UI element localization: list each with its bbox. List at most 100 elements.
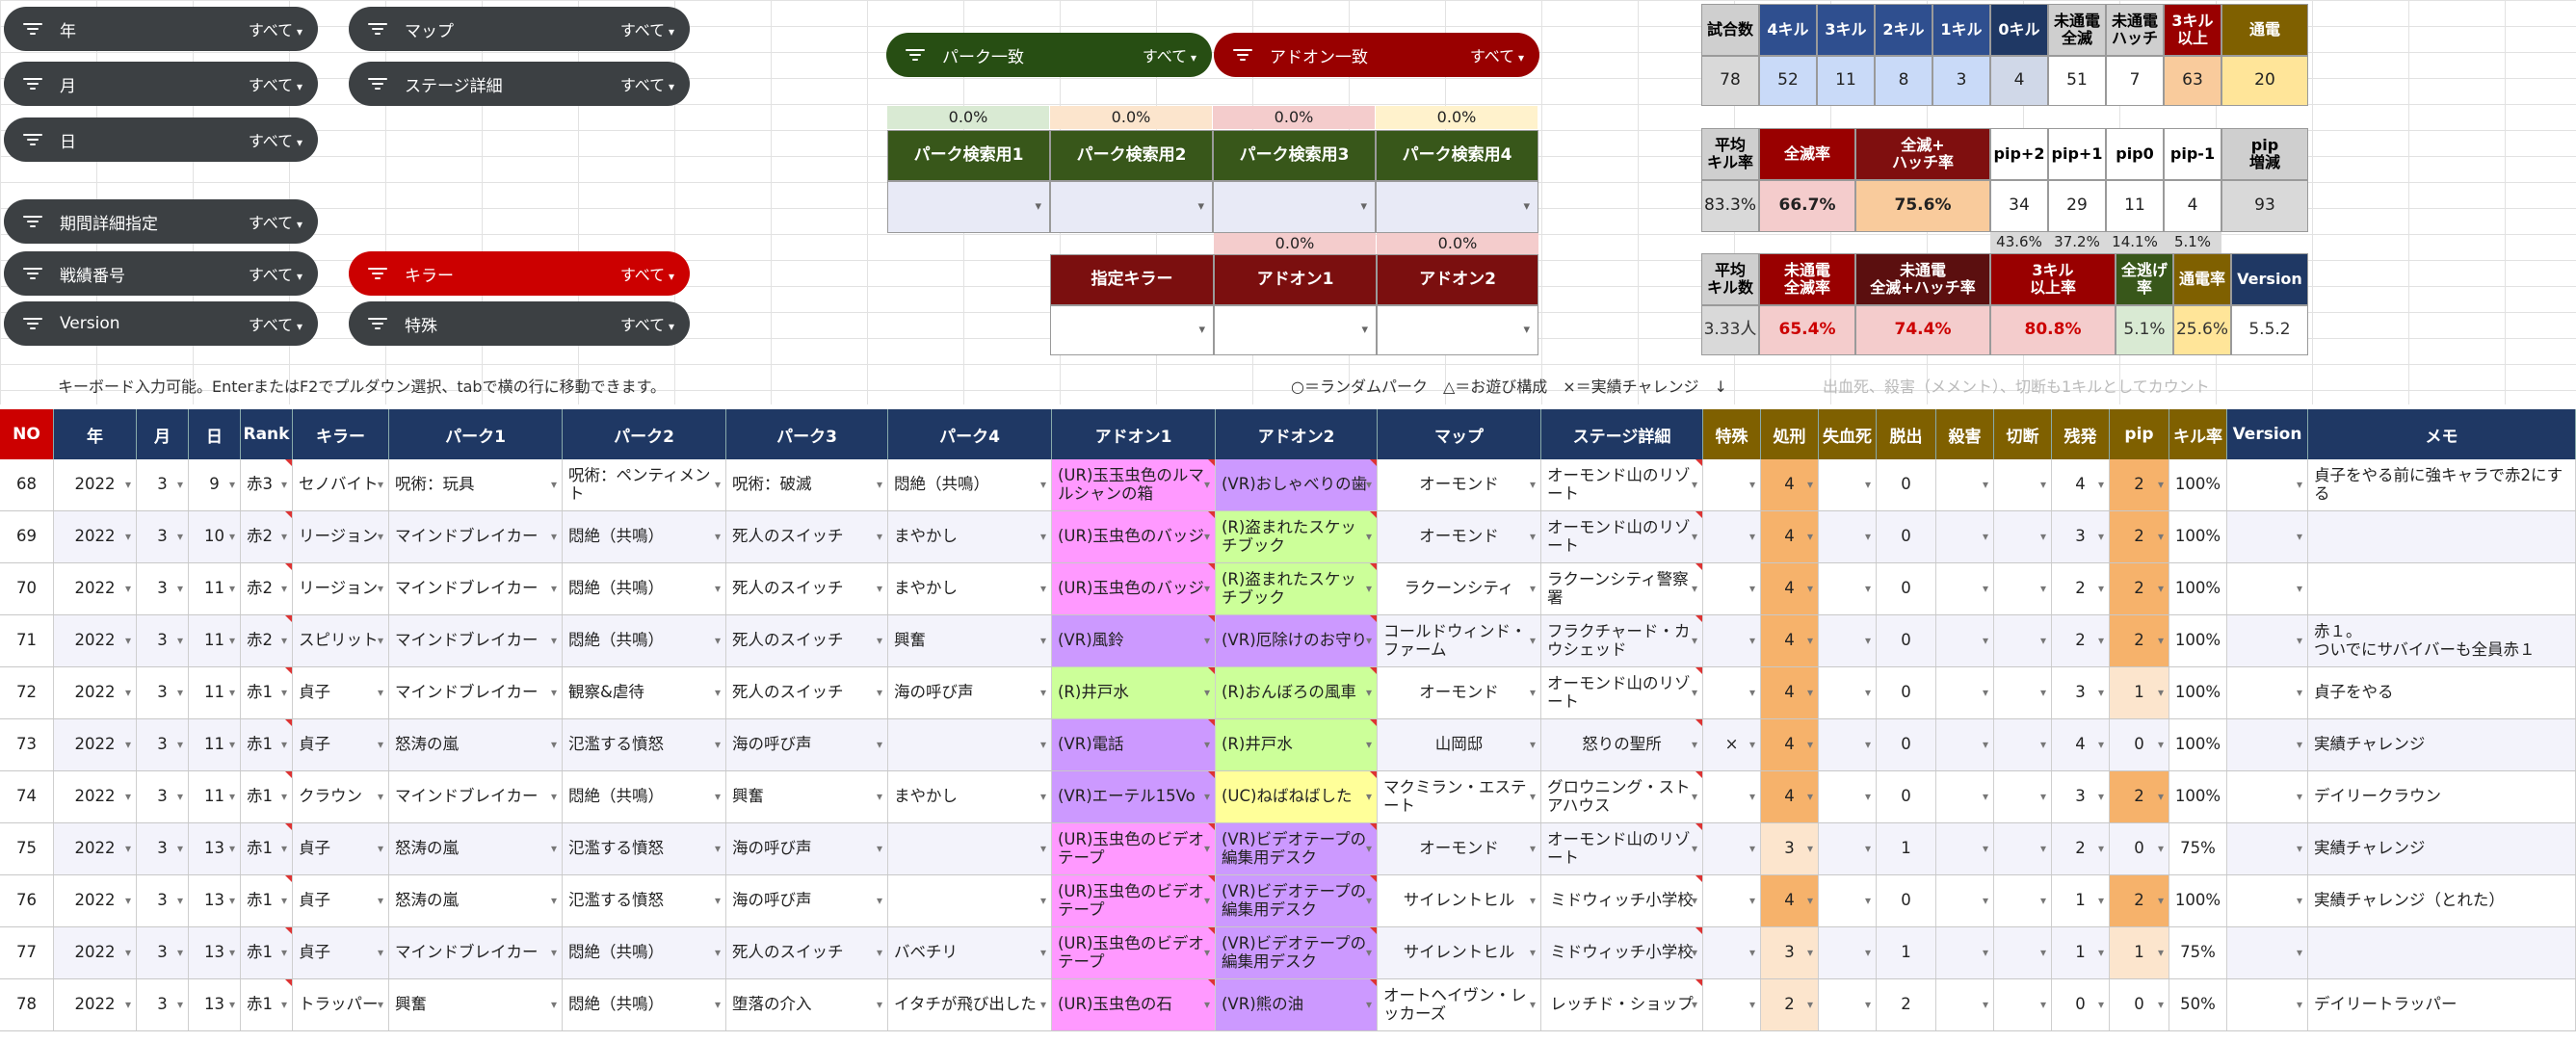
cell-stage[interactable]: フラクチャード・カウシェッド — [1541, 615, 1703, 666]
cell-kill-rate[interactable]: 100% — [2169, 719, 2227, 770]
column-header-dc[interactable]: 切断 — [1994, 409, 2052, 459]
cell-year[interactable]: 2022 — [54, 667, 137, 718]
cell-perk3[interactable]: 堕落の介入 — [726, 979, 888, 1030]
column-header-stage[interactable]: ステージ詳細 — [1541, 409, 1703, 459]
cell-perk3[interactable]: 呪術：破滅 — [726, 459, 888, 510]
cell-addon2[interactable]: (R)盗まれたスケッチブック — [1216, 511, 1378, 562]
cell-kill[interactable] — [1936, 511, 1994, 562]
cell-dc[interactable] — [1994, 615, 2052, 666]
cell-memo[interactable] — [2308, 511, 2576, 562]
cell-month[interactable]: 3 — [137, 875, 189, 926]
cell-dc[interactable] — [1994, 927, 2052, 978]
filter-killer[interactable]: キラー すべて — [349, 251, 690, 296]
cell-perk2[interactable]: 氾濫する憤怒 — [563, 875, 726, 926]
cell-map[interactable]: オーモンド — [1378, 667, 1541, 718]
cell-perk1[interactable]: マインドブレイカー — [389, 563, 563, 614]
cell-rank[interactable]: 赤1 — [241, 823, 293, 874]
cell-dc[interactable] — [1994, 719, 2052, 770]
cell-kill[interactable] — [1936, 927, 1994, 978]
cell-rank[interactable]: 赤3 — [241, 459, 293, 510]
cell-addon2[interactable]: (VR)ビデオテープの編集用デスク — [1216, 823, 1378, 874]
cell-stage[interactable]: レッチド・ショップ — [1541, 979, 1703, 1030]
cell-dc[interactable] — [1994, 563, 2052, 614]
cell-kill-rate[interactable]: 100% — [2169, 667, 2227, 718]
cell-special[interactable] — [1703, 979, 1761, 1030]
column-header-map[interactable]: マップ — [1378, 409, 1541, 459]
cell-perk1[interactable]: マインドブレイカー — [389, 511, 563, 562]
cell-gens[interactable]: 1 — [2052, 875, 2110, 926]
cell-dc[interactable] — [1994, 979, 2052, 1030]
cell-kill[interactable] — [1936, 771, 1994, 822]
cell-perk4[interactable]: 海の呼び声 — [888, 667, 1052, 718]
cell-escape[interactable]: 0 — [1877, 667, 1936, 718]
cell-addon2[interactable]: (VR)厄除けのお守り — [1216, 615, 1378, 666]
cell-map[interactable]: オーモンド — [1378, 459, 1541, 510]
cell-perk4[interactable]: バベチリ — [888, 927, 1052, 978]
cell-year[interactable]: 2022 — [54, 511, 137, 562]
cell-rank[interactable]: 赤2 — [241, 615, 293, 666]
cell-memo[interactable]: 貞子をやる — [2308, 667, 2576, 718]
cell-addon2[interactable]: (VR)ビデオテープの編集用デスク — [1216, 875, 1378, 926]
cell-year[interactable]: 2022 — [54, 563, 137, 614]
cell-addon1[interactable]: (UR)玉虫色のビデオテープ — [1052, 823, 1216, 874]
cell-addon1[interactable]: (R)井戸水 — [1052, 667, 1216, 718]
column-header-perk1[interactable]: パーク1 — [389, 409, 563, 459]
cell-escape[interactable]: 0 — [1877, 771, 1936, 822]
cell-special[interactable] — [1703, 511, 1761, 562]
cell-pip[interactable]: 0 — [2110, 823, 2169, 874]
cell-kill-rate[interactable]: 100% — [2169, 771, 2227, 822]
cell-stage[interactable]: オーモンド山のリゾート — [1541, 511, 1703, 562]
cell-perk3[interactable]: 死人のスイッチ — [726, 563, 888, 614]
cell-perk2[interactable]: 悶絶（共鳴） — [563, 563, 726, 614]
cell-rank[interactable]: 赤1 — [241, 719, 293, 770]
cell-pip[interactable]: 1 — [2110, 927, 2169, 978]
cell-perk3[interactable]: 死人のスイッチ — [726, 927, 888, 978]
cell-addon2[interactable]: (VR)ビデオテープの編集用デスク — [1216, 927, 1378, 978]
cell-bleedout[interactable] — [1819, 667, 1877, 718]
column-header-kill-rate[interactable]: キル率 — [2169, 409, 2227, 459]
cell-escape[interactable]: 2 — [1877, 979, 1936, 1030]
cell-stage[interactable]: ラクーンシティ警察署 — [1541, 563, 1703, 614]
cell-dc[interactable] — [1994, 823, 2052, 874]
cell-rank[interactable]: 赤1 — [241, 875, 293, 926]
cell-addon2[interactable]: (R)井戸水 — [1216, 719, 1378, 770]
cell-kill-rate[interactable]: 100% — [2169, 875, 2227, 926]
cell-day[interactable]: 13 — [189, 979, 241, 1030]
cell-perk1[interactable]: マインドブレイカー — [389, 927, 563, 978]
cell-day[interactable]: 11 — [189, 719, 241, 770]
cell-perk4[interactable]: 興奮 — [888, 615, 1052, 666]
filter-day[interactable]: 日すべて — [4, 117, 318, 162]
cell-gens[interactable]: 1 — [2052, 927, 2110, 978]
cell-map[interactable]: コールドウィンド・ファーム — [1378, 615, 1541, 666]
cell-perk4[interactable] — [888, 719, 1052, 770]
cell-year[interactable]: 2022 — [54, 823, 137, 874]
cell-month[interactable]: 3 — [137, 771, 189, 822]
column-header-addon1[interactable]: アドオン1 — [1052, 409, 1216, 459]
cell-special[interactable] — [1703, 927, 1761, 978]
cell-pip[interactable]: 2 — [2110, 563, 2169, 614]
cell-month[interactable]: 3 — [137, 615, 189, 666]
cell-stage[interactable]: オーモンド山のリゾート — [1541, 459, 1703, 510]
cell-addon1[interactable]: (UR)玉虫色の石 — [1052, 979, 1216, 1030]
cell-month[interactable]: 3 — [137, 927, 189, 978]
cell-month[interactable]: 3 — [137, 979, 189, 1030]
filter-version[interactable]: Version すべて — [4, 301, 318, 346]
cell-killer[interactable]: クラウン — [293, 771, 389, 822]
column-header-kill[interactable]: 殺害 — [1936, 409, 1994, 459]
filter-record-no[interactable]: 戦績番号 すべて — [4, 251, 318, 296]
cell-day[interactable]: 11 — [189, 771, 241, 822]
cell-pip[interactable]: 0 — [2110, 979, 2169, 1030]
cell-escape[interactable]: 0 — [1877, 511, 1936, 562]
cell-execution[interactable]: 4 — [1761, 771, 1819, 822]
perk-search-2-select[interactable] — [1050, 181, 1213, 233]
cell-killer[interactable]: 貞子 — [293, 927, 389, 978]
cell-perk2[interactable]: 悶絶（共鳴） — [563, 615, 726, 666]
cell-perk1[interactable]: 興奮 — [389, 979, 563, 1030]
cell-stage[interactable]: 怒りの聖所 — [1541, 719, 1703, 770]
cell-execution[interactable]: 4 — [1761, 875, 1819, 926]
column-header-bleedout[interactable]: 失血死 — [1819, 409, 1877, 459]
cell-killer[interactable]: 貞子 — [293, 719, 389, 770]
cell-killer[interactable]: セノバイト — [293, 459, 389, 510]
cell-escape[interactable]: 0 — [1877, 719, 1936, 770]
cell-day[interactable]: 13 — [189, 823, 241, 874]
